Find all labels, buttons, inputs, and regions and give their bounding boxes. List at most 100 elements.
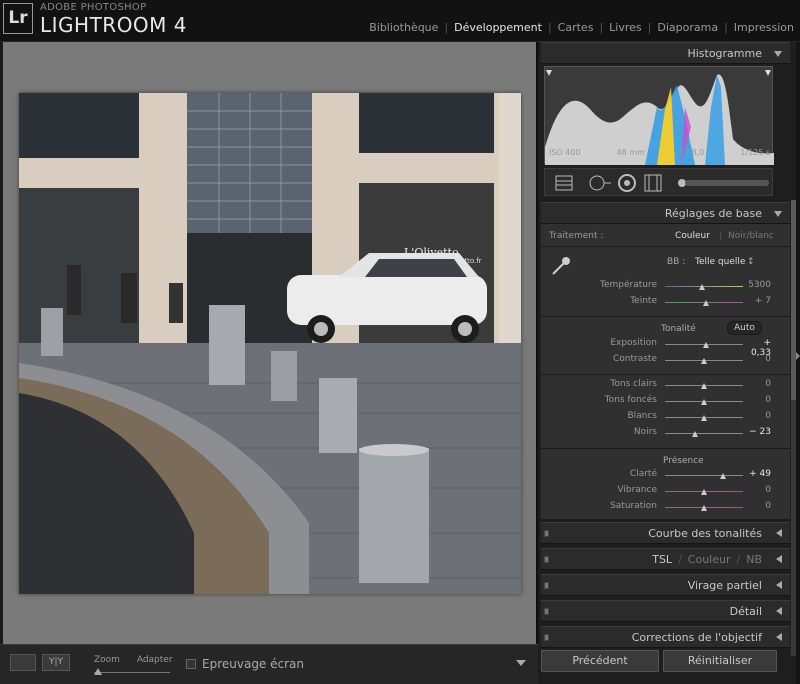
before-after-button[interactable]: Y|Y — [42, 654, 70, 671]
slider-value-temperature[interactable]: 5300 — [747, 280, 771, 290]
tone-curve-title: Courbe des tonalités — [648, 527, 762, 540]
exif-aperture: ƒ / 8,0 — [680, 148, 705, 157]
color-tab[interactable]: Couleur — [688, 553, 731, 566]
basic-panel: Traitement : Couleur | Noir/blanc BB : T… — [541, 224, 790, 519]
slider-value-contrast[interactable]: 0 — [747, 354, 771, 364]
panel-toggle-icon[interactable] — [544, 634, 549, 641]
hsl-header[interactable]: TSL / Couleur / NB — [541, 548, 790, 570]
slider-thumb-tint[interactable] — [702, 300, 709, 306]
soft-proofing-checkbox[interactable] — [186, 659, 196, 669]
module-print[interactable]: Impression — [728, 21, 800, 34]
split-toning-header[interactable]: Virage partiel — [541, 574, 790, 596]
soft-proofing-toggle[interactable]: Epreuvage écran — [186, 657, 304, 671]
slider-value-shadows[interactable]: 0 — [747, 395, 771, 405]
presence-label: Présence — [663, 456, 704, 466]
loupe-view-button[interactable] — [10, 654, 36, 671]
treatment-color-option[interactable]: Couleur — [675, 231, 710, 241]
slider-thumb-contrast[interactable] — [701, 358, 707, 364]
zoom-value[interactable]: Adapter — [137, 655, 173, 665]
slider-label-contrast: Contraste — [613, 354, 657, 364]
slider-thumb-exposure[interactable] — [702, 342, 709, 348]
slider-value-vibrance[interactable]: 0 — [747, 485, 771, 495]
tone-curve-header[interactable]: Courbe des tonalités — [541, 522, 790, 544]
auto-tone-button[interactable]: Auto — [727, 321, 762, 335]
detail-title: Détail — [729, 605, 762, 618]
slider-track-clarity[interactable] — [665, 475, 743, 476]
bw-tab[interactable]: NB — [746, 553, 762, 566]
collapse-icon — [774, 211, 782, 217]
slider-thumb-vibrance[interactable] — [701, 489, 707, 495]
eyedropper-icon[interactable] — [549, 254, 573, 278]
slider-value-tint[interactable]: + 7 — [747, 296, 771, 306]
expand-icon — [776, 633, 782, 641]
slider-label-exposure: Exposition — [610, 338, 657, 348]
panel-toggle-icon[interactable] — [544, 582, 549, 589]
hsl-tab[interactable]: TSL — [652, 553, 672, 566]
slider-track-blacks[interactable] — [665, 433, 743, 434]
reset-button[interactable]: Réinitialiser — [663, 650, 777, 672]
slider-thumb-shadows[interactable] — [701, 399, 707, 405]
wb-dropdown-icon[interactable]: ↕ — [747, 257, 755, 267]
module-book[interactable]: Livres — [603, 21, 647, 34]
wb-label: BB : — [667, 257, 686, 267]
slider-label-whites: Blancs — [627, 411, 657, 421]
exif-focal: 48 mm — [616, 148, 645, 157]
slider-value-saturation[interactable]: 0 — [747, 501, 771, 511]
module-develop[interactable]: Développement — [448, 21, 548, 34]
slider-value-highlights[interactable]: 0 — [747, 379, 771, 389]
slider-value-clarity[interactable]: + 49 — [747, 469, 771, 479]
slider-thumb-temperature[interactable] — [698, 284, 705, 290]
photo-preview-area[interactable]: L'Olivetto www.lolivetto.fr — [3, 42, 536, 644]
street-photo-illustration: L'Olivetto www.lolivetto.fr — [19, 93, 521, 594]
right-panel: Histogramme ISO 400 48 mm ƒ / 8,0 1/125 … — [538, 42, 800, 684]
expand-icon — [776, 529, 782, 537]
basic-panel-header[interactable]: Réglages de base — [541, 202, 790, 224]
exif-info: ISO 400 48 mm ƒ / 8,0 1/125 s — [549, 148, 770, 157]
module-library[interactable]: Bibliothèque — [363, 21, 444, 34]
slider-thumb-saturation[interactable] — [701, 505, 707, 511]
tone-label: Tonalité — [661, 324, 696, 334]
slider-label-saturation: Saturation — [610, 501, 657, 511]
module-map[interactable]: Cartes — [552, 21, 600, 34]
slider-thumb-whites[interactable] — [701, 415, 707, 421]
slider-value-whites[interactable]: 0 — [747, 411, 771, 421]
zoom-slider[interactable] — [94, 672, 170, 673]
slider-label-vibrance: Vibrance — [617, 485, 657, 495]
histogram-header[interactable]: Histogramme — [541, 42, 790, 64]
expand-icon — [776, 555, 782, 563]
wb-select[interactable]: Telle quelle — [695, 257, 745, 267]
brand-title: LIGHTROOM 4 — [40, 13, 188, 37]
slider-value-blacks[interactable]: − 23 — [747, 427, 771, 437]
crop-icon[interactable] — [555, 175, 573, 191]
spot-removal-icon[interactable] — [589, 175, 611, 191]
slider-label-blacks: Noirs — [633, 427, 657, 437]
divider — [541, 374, 790, 375]
adjustment-brush-icon[interactable] — [678, 179, 769, 187]
slider-thumb-clarity[interactable] — [720, 473, 727, 479]
red-eye-icon[interactable] — [618, 174, 636, 192]
slider-thumb-blacks[interactable] — [692, 431, 699, 437]
brand-subtitle: ADOBE PHOTOSHOP — [40, 2, 147, 13]
preview-toolbar: Y|Y Zoom Adapter Epreuvage écran — [0, 644, 538, 684]
previous-button[interactable]: Précédent — [541, 650, 659, 672]
slider-label-temperature: Température — [599, 280, 657, 290]
treatment-bw-option[interactable]: Noir/blanc — [728, 231, 774, 241]
panel-toggle-icon[interactable] — [544, 556, 549, 563]
panel-toggle-icon[interactable] — [544, 608, 549, 615]
panel-toggle-icon[interactable] — [544, 530, 549, 537]
module-slideshow[interactable]: Diaporama — [651, 21, 724, 34]
graduated-filter-icon[interactable] — [644, 174, 662, 192]
collapse-icon — [774, 51, 782, 57]
exif-iso: ISO 400 — [549, 148, 581, 157]
slider-thumb-highlights[interactable] — [701, 383, 707, 389]
histogram-title: Histogramme — [687, 47, 762, 60]
detail-header[interactable]: Détail — [541, 600, 790, 622]
right-panel-edge[interactable] — [796, 42, 800, 684]
lens-corrections-header[interactable]: Corrections de l'objectif — [541, 626, 790, 648]
split-toning-title: Virage partiel — [687, 579, 762, 592]
toolbar-dropdown-icon[interactable] — [516, 660, 526, 666]
title-bar: Lr ADOBE PHOTOSHOP LIGHTROOM 4 Bibliothè… — [0, 0, 800, 42]
treatment-divider: | — [719, 231, 723, 241]
collapse-arrow-icon[interactable] — [796, 352, 800, 360]
zoom-slider-thumb[interactable] — [94, 668, 102, 675]
